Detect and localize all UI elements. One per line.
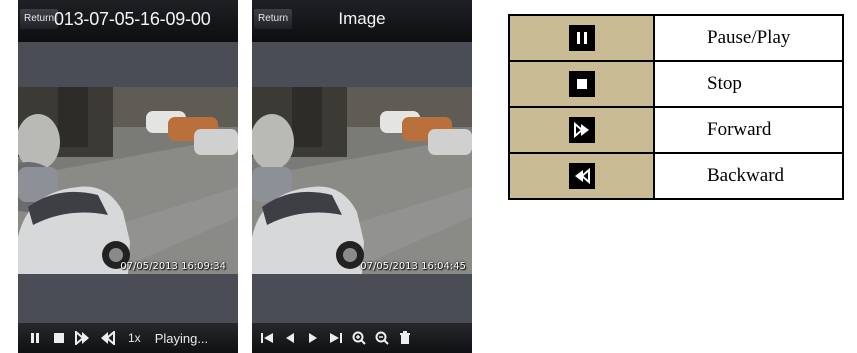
- backward-icon: [568, 163, 595, 189]
- return-button[interactable]: Return: [20, 9, 59, 29]
- controls-legend-table: Pause/Play Stop Forward Backward: [508, 14, 844, 200]
- zoom-out-icon[interactable]: [373, 326, 391, 350]
- video-frame[interactable]: 07/05/2013 16:09:34: [18, 87, 238, 274]
- zoom-in-icon[interactable]: [350, 326, 368, 350]
- image-control-bar: [252, 323, 472, 353]
- backward-icon[interactable]: [98, 326, 116, 350]
- legend-row-backward: Backward: [508, 152, 844, 200]
- image-viewer-screen: Return Image 07/05/2013 16:04:45: [252, 0, 472, 353]
- image-frame[interactable]: 07/05/2013 16:04:45: [252, 87, 472, 274]
- legend-row-pause-play: Pause/Play: [508, 14, 844, 62]
- delete-icon[interactable]: [396, 326, 414, 350]
- title-bar: Return Image: [252, 0, 472, 42]
- legend-label: Stop: [653, 60, 844, 108]
- legend-row-forward: Forward: [508, 106, 844, 154]
- legend-label: Backward: [653, 152, 844, 200]
- playback-screen: Return 013-07-05-16-09-00 07/05/2013 16:…: [18, 0, 238, 353]
- next-icon[interactable]: [304, 326, 322, 350]
- pause-play-icon: [568, 25, 595, 51]
- playback-status: Playing...: [154, 330, 209, 346]
- forward-icon[interactable]: [74, 326, 92, 350]
- stop-icon: [568, 71, 595, 97]
- playback-speed[interactable]: 1x: [128, 331, 141, 345]
- legend-label: Pause/Play: [653, 14, 844, 62]
- first-icon[interactable]: [258, 326, 276, 350]
- image-timestamp: 07/05/2013 16:04:45: [360, 261, 466, 272]
- recording-title: 013-07-05-16-09-00: [54, 9, 211, 29]
- legend-row-stop: Stop: [508, 60, 844, 108]
- title-bar: Return 013-07-05-16-09-00: [18, 0, 238, 42]
- pause-icon[interactable]: [26, 326, 44, 350]
- legend-label: Forward: [653, 106, 844, 154]
- parking-lot-video-image: [18, 87, 238, 274]
- screen-title: Image: [338, 9, 386, 28]
- last-icon[interactable]: [327, 326, 345, 350]
- stop-icon[interactable]: [50, 326, 68, 350]
- previous-icon[interactable]: [281, 326, 299, 350]
- parking-lot-snapshot-image: [252, 87, 472, 274]
- video-timestamp: 07/05/2013 16:09:34: [120, 261, 226, 272]
- playback-control-bar: 1x Playing...: [18, 323, 238, 353]
- forward-icon: [568, 117, 595, 143]
